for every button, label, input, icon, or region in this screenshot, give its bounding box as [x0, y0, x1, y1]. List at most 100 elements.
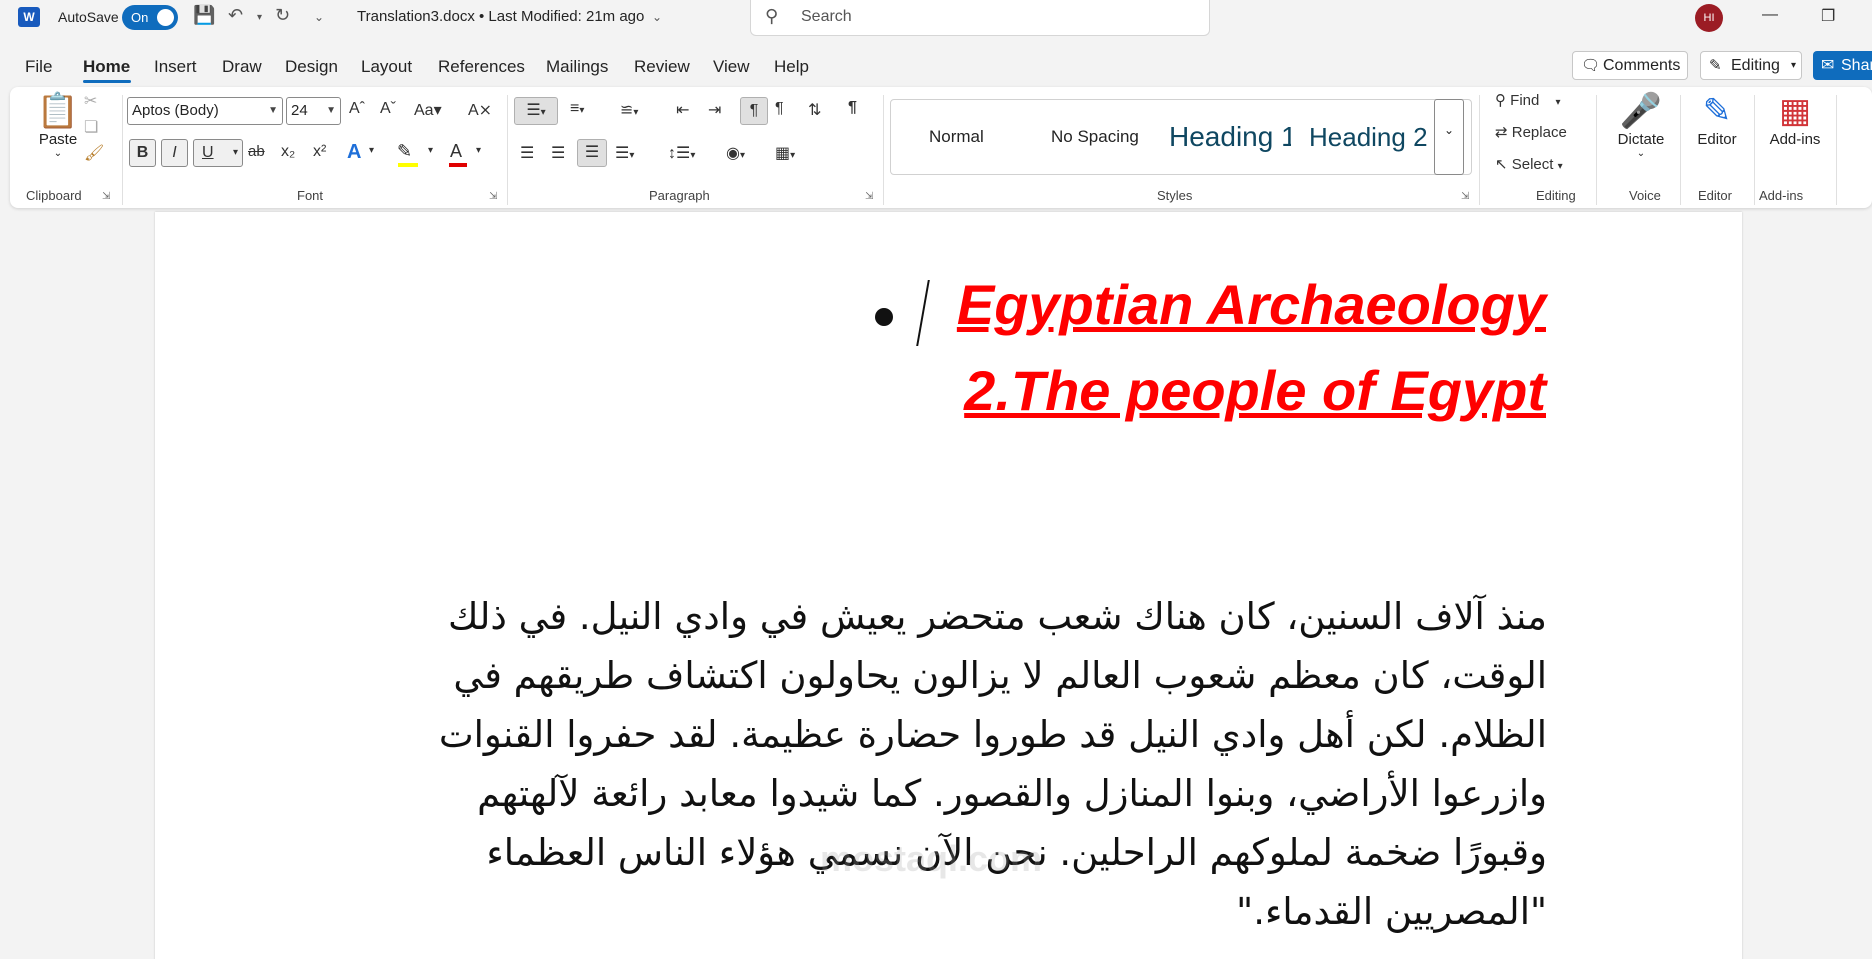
chevron-down-icon[interactable]: ⌄ — [652, 10, 662, 24]
clear-formatting-icon[interactable]: A⨯ — [468, 100, 492, 120]
font-name-value: Aptos (Body) — [132, 102, 219, 119]
shading-icon[interactable]: ◉▾ — [726, 143, 745, 163]
cursor-icon: ↖ — [1495, 156, 1508, 173]
tab-draw[interactable]: Draw — [222, 57, 262, 77]
tab-review[interactable]: Review — [634, 57, 690, 77]
chevron-down-icon[interactable]: ▾ — [369, 145, 374, 156]
justify-icon[interactable]: ☰▾ — [615, 143, 634, 163]
shrink-font-icon[interactable]: Aˇ — [380, 100, 396, 118]
numbering-icon[interactable]: ≡▾ — [570, 100, 584, 118]
styles-more-button[interactable]: ⌄ — [1434, 99, 1464, 175]
group-label-editing: Editing — [1536, 188, 1576, 203]
paragraph-launcher-icon[interactable]: ⇲ — [865, 191, 873, 202]
replace-label: Replace — [1511, 124, 1567, 141]
comments-button[interactable]: 🗨 Comments — [1572, 51, 1688, 80]
replace-icon: ⇄ — [1495, 124, 1508, 141]
minimize-icon[interactable]: — — [1762, 6, 1778, 24]
share-button[interactable]: ✉ Shar — [1813, 51, 1872, 80]
bold-button[interactable]: B — [129, 139, 156, 167]
align-left-icon[interactable]: ☰ — [520, 143, 534, 163]
font-color-swatch — [449, 163, 467, 167]
replace-button[interactable]: ⇄ Replace — [1495, 123, 1567, 141]
font-name-combo[interactable]: Aptos (Body) ▼ — [127, 97, 283, 125]
heading-line-1[interactable]: Egyptian Archaeology — [957, 272, 1546, 337]
group-separator — [1479, 95, 1480, 205]
clipboard-launcher-icon[interactable]: ⇲ — [102, 191, 110, 202]
paste-button[interactable]: 📋 Paste ⌄ — [28, 91, 88, 159]
borders-icon[interactable]: ▦▾ — [775, 143, 795, 163]
tab-home[interactable]: Home — [83, 57, 130, 77]
undo-dropdown-icon[interactable]: ▾ — [257, 12, 262, 23]
sort-icon[interactable]: ⇅ — [808, 100, 821, 120]
tab-insert[interactable]: Insert — [154, 57, 197, 77]
font-color-icon[interactable]: A — [450, 141, 462, 162]
undo-icon[interactable]: ↶ — [228, 5, 243, 26]
arabic-paragraph[interactable]: منذ آلاف السنين، كان هناك شعب متحضر يعيش… — [425, 587, 1547, 941]
editor-label: Editor — [1697, 131, 1737, 148]
find-button[interactable]: ⚲ Find ▾ — [1495, 91, 1561, 109]
microphone-icon: 🎤 — [1619, 92, 1663, 130]
tab-file[interactable]: File — [25, 57, 52, 77]
search-input[interactable]: Search — [801, 8, 852, 26]
underline-button[interactable]: U ▾ — [193, 139, 243, 167]
multilevel-list-icon[interactable]: ≌▾ — [620, 100, 638, 120]
grow-font-icon[interactable]: Aˆ — [349, 100, 365, 118]
rtl-direction-icon[interactable]: ¶ — [740, 97, 768, 125]
subscript-icon[interactable]: x₂ — [281, 143, 295, 161]
editor-button[interactable]: ✎ Editor — [1684, 91, 1750, 148]
editing-mode-button[interactable]: ✎ Editing ▾ — [1700, 51, 1802, 80]
customize-toolbar-icon[interactable]: ⌄ — [314, 10, 324, 24]
document-title[interactable]: Translation3.docx • Last Modified: 21m a… — [357, 8, 644, 25]
change-case-icon[interactable]: Aa▾ — [414, 100, 442, 120]
select-label: Select — [1511, 156, 1554, 173]
font-size-combo[interactable]: 24 ▼ — [286, 97, 341, 125]
tab-mailings[interactable]: Mailings — [546, 57, 608, 77]
superscript-icon[interactable]: x² — [313, 143, 326, 161]
style-no-spacing[interactable]: No Spacing — [1051, 100, 1139, 174]
group-separator — [507, 95, 508, 205]
style-heading-2[interactable]: Heading 2 — [1309, 100, 1428, 174]
addins-button[interactable]: ▦ Add-ins — [1758, 91, 1832, 148]
tab-layout[interactable]: Layout — [361, 57, 412, 77]
styles-launcher-icon[interactable]: ⇲ — [1461, 191, 1469, 202]
align-center-icon[interactable]: ☰ — [551, 143, 565, 163]
increase-indent-icon[interactable]: ⇥ — [708, 100, 721, 120]
highlight-icon[interactable]: ✎ — [397, 141, 412, 162]
tab-help[interactable]: Help — [774, 57, 809, 77]
tab-references[interactable]: References — [438, 57, 525, 77]
line-spacing-icon[interactable]: ↕☰▾ — [668, 143, 695, 163]
align-right-icon[interactable]: ☰ — [577, 139, 607, 167]
bullets-button[interactable]: ☰▾ — [514, 97, 558, 125]
group-label-paragraph: Paragraph — [649, 188, 710, 203]
tab-design[interactable]: Design — [285, 57, 338, 77]
chevron-down-icon[interactable]: ▾ — [428, 145, 433, 156]
word-logo-icon: W — [18, 7, 40, 27]
redo-icon[interactable]: ↻ — [275, 5, 290, 26]
decrease-indent-icon[interactable]: ⇤ — [676, 100, 689, 120]
restore-icon[interactable]: ❐ — [1821, 6, 1835, 26]
search-icon: ⚲ — [765, 6, 779, 26]
copy-icon[interactable]: ❏ — [84, 117, 98, 137]
format-painter-icon[interactable]: 🖌 — [84, 143, 104, 163]
save-icon[interactable]: 💾 — [193, 5, 215, 26]
cut-icon[interactable]: ✂ — [84, 91, 97, 111]
ltr-direction-icon[interactable]: ¶ — [775, 100, 784, 118]
heading-line-2[interactable]: 2.The people of Egypt — [964, 358, 1546, 423]
italic-button[interactable]: I — [161, 139, 188, 167]
addins-label: Add-ins — [1769, 131, 1821, 148]
text-effects-icon[interactable]: A — [347, 141, 361, 164]
search-box[interactable]: ⚲ Search — [750, 0, 1210, 36]
style-normal[interactable]: Normal — [929, 100, 984, 174]
dictate-button[interactable]: 🎤 Dictate ⌄ — [1606, 91, 1676, 159]
avatar[interactable]: HI — [1695, 4, 1723, 32]
font-launcher-icon[interactable]: ⇲ — [489, 191, 497, 202]
autosave-toggle[interactable]: On — [122, 5, 178, 30]
strikethrough-icon[interactable]: ab — [248, 143, 265, 160]
editing-label: Editing — [1731, 57, 1780, 74]
dictate-label: Dictate — [1617, 131, 1665, 148]
tab-view[interactable]: View — [713, 57, 750, 77]
style-heading-1[interactable]: Heading 1 — [1169, 100, 1291, 174]
show-formatting-icon[interactable]: ¶ — [848, 99, 857, 117]
chevron-down-icon[interactable]: ▾ — [476, 145, 481, 156]
select-button[interactable]: ↖ Select ▾ — [1495, 155, 1563, 173]
